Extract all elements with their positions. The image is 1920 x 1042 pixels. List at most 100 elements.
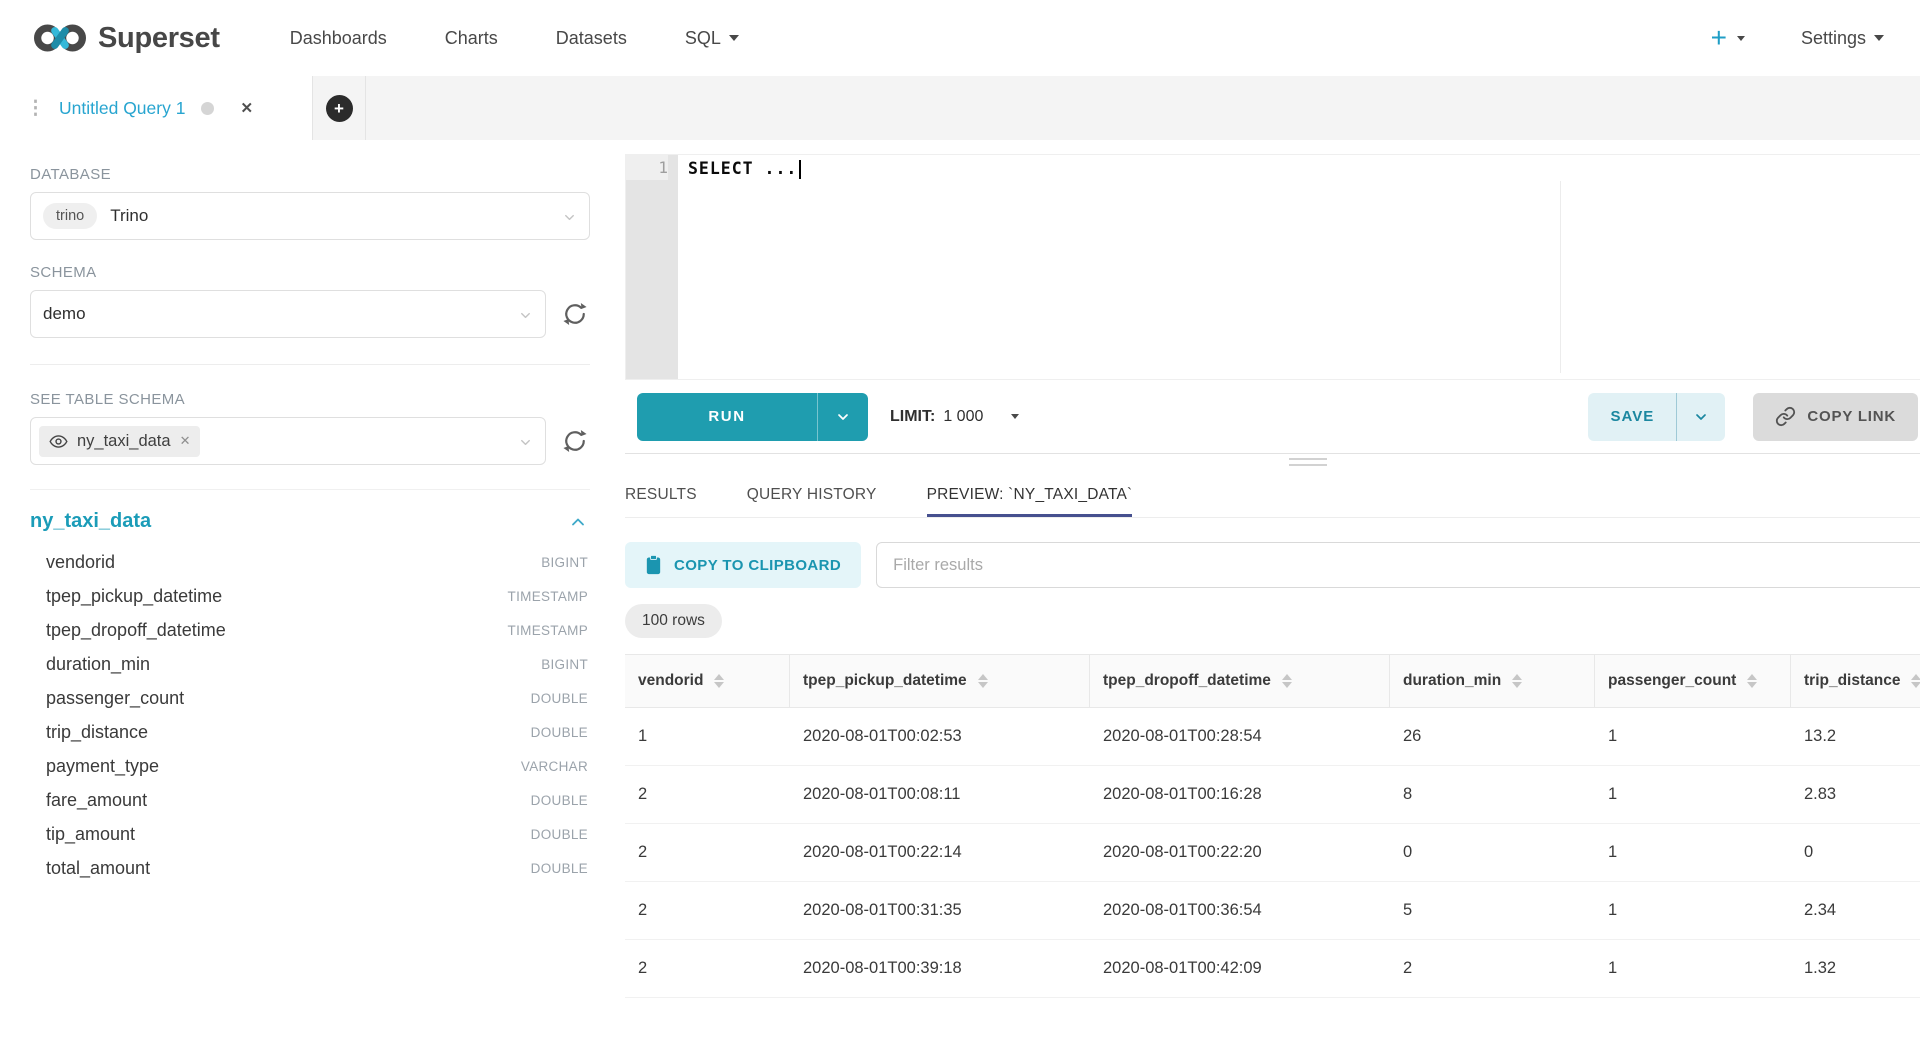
schema-column-row[interactable]: tpep_pickup_datetime TIMESTAMP — [30, 579, 590, 613]
query-tab-untitled-query-1[interactable]: ⋮ Untitled Query 1 ✕ — [0, 76, 312, 140]
save-button[interactable]: SAVE — [1588, 393, 1725, 441]
limit-dropdown[interactable]: LIMIT: 1 000 — [890, 408, 1019, 426]
brand[interactable]: Superset — [34, 22, 220, 55]
pane-resize-handle[interactable] — [1289, 458, 1327, 470]
filter-results-input[interactable] — [876, 542, 1920, 588]
column-header[interactable]: duration_min — [1390, 655, 1595, 707]
table-row[interactable]: 22020-08-01T00:22:142020-08-01T00:22:200… — [625, 824, 1920, 882]
run-options-button[interactable] — [818, 393, 868, 441]
new-query-tab-button[interactable]: + — [312, 76, 366, 140]
refresh-icon — [561, 300, 589, 328]
column-type: DOUBLE — [531, 827, 588, 842]
superset-logo-icon — [34, 22, 86, 54]
schema-column-row[interactable]: trip_distance DOUBLE — [30, 715, 590, 749]
sort-icon[interactable] — [714, 674, 724, 689]
nav-item-datasets[interactable]: Datasets — [556, 28, 627, 49]
column-name: duration_min — [46, 654, 150, 675]
column-header[interactable]: tpep_dropoff_datetime — [1090, 655, 1390, 707]
schema-column-row[interactable]: tip_amount DOUBLE — [30, 817, 590, 851]
schema-column-row[interactable]: duration_min BIGINT — [30, 647, 590, 681]
schema-select[interactable]: demo — [30, 290, 546, 338]
table-row[interactable]: 22020-08-01T00:39:182020-08-01T00:42:092… — [625, 940, 1920, 998]
sort-icon[interactable] — [1747, 674, 1757, 689]
database-select[interactable]: trino Trino — [30, 192, 590, 240]
schema-column-row[interactable]: vendorid BIGINT — [30, 545, 590, 579]
tab-results[interactable]: RESULTS — [625, 470, 697, 517]
run-button[interactable]: RUN — [637, 393, 868, 441]
line-number: 1 — [626, 155, 668, 180]
table-cell: 2020-08-01T00:16:28 — [1090, 766, 1390, 823]
table-cell: 2020-08-01T00:22:20 — [1090, 824, 1390, 881]
sql-code-area[interactable]: SELECT ... — [678, 155, 1920, 379]
table-cell: 2 — [625, 824, 790, 881]
brand-name: Superset — [98, 22, 220, 55]
run-button-label[interactable]: RUN — [637, 393, 817, 441]
table-tag-name: ny_taxi_data — [77, 432, 171, 451]
column-header[interactable]: tpep_pickup_datetime — [790, 655, 1090, 707]
column-header[interactable]: passenger_count — [1595, 655, 1791, 707]
refresh-schemas-button[interactable] — [560, 300, 590, 328]
column-type: VARCHAR — [521, 759, 588, 774]
nav-item-charts[interactable]: Charts — [445, 28, 498, 49]
schema-column-row[interactable]: total_amount DOUBLE — [30, 851, 590, 885]
table-cell: 1 — [1595, 766, 1791, 823]
nav-item-sql[interactable]: SQL — [685, 28, 739, 49]
table-tag[interactable]: ny_taxi_data ✕ — [39, 426, 200, 457]
column-type: DOUBLE — [531, 691, 588, 706]
sql-editor[interactable]: 1 SELECT ... — [625, 154, 1920, 380]
settings-menu-button[interactable]: Settings — [1801, 28, 1884, 49]
close-icon[interactable]: ✕ — [240, 99, 253, 117]
copy-link-button[interactable]: COPY LINK — [1753, 393, 1918, 441]
editor-gutter: 1 — [626, 155, 678, 379]
schema-column-row[interactable]: passenger_count DOUBLE — [30, 681, 590, 715]
table-cell: 2020-08-01T00:08:11 — [790, 766, 1090, 823]
table-cell: 2020-08-01T00:28:54 — [1090, 708, 1390, 765]
tab-query-history[interactable]: QUERY HISTORY — [747, 470, 877, 517]
chevron-down-icon — [1737, 36, 1745, 41]
column-header[interactable]: trip_distance — [1791, 655, 1920, 707]
copy-to-clipboard-button[interactable]: COPY TO CLIPBOARD — [625, 542, 861, 588]
sidebar-divider — [30, 364, 590, 365]
column-name: tpep_pickup_datetime — [46, 586, 222, 607]
chevron-up-icon[interactable] — [568, 512, 588, 532]
table-cell: 2020-08-01T00:39:18 — [790, 940, 1090, 997]
query-tab-title: Untitled Query 1 — [59, 98, 185, 119]
table-cell: 2020-08-01T00:42:09 — [1090, 940, 1390, 997]
close-icon[interactable]: ✕ — [180, 433, 191, 449]
table-schema-select[interactable]: ny_taxi_data ✕ — [30, 417, 546, 465]
schema-column-row[interactable]: payment_type VARCHAR — [30, 749, 590, 783]
table-schema-label: SEE TABLE SCHEMA — [30, 391, 590, 408]
schema-label: SCHEMA — [30, 264, 590, 281]
schema-column-row[interactable]: tpep_dropoff_datetime TIMESTAMP — [30, 613, 590, 647]
column-type: DOUBLE — [531, 793, 588, 808]
column-name: tpep_dropoff_datetime — [46, 620, 226, 641]
sort-icon[interactable] — [1282, 674, 1292, 689]
sort-icon[interactable] — [1911, 674, 1920, 689]
table-cell: 5 — [1390, 882, 1595, 939]
sidebar-divider — [30, 489, 590, 490]
nav-right: + Settings — [1711, 24, 1884, 52]
table-cell: 0 — [1791, 824, 1920, 881]
chevron-down-icon — [562, 210, 577, 225]
sort-icon[interactable] — [978, 674, 988, 689]
sort-icon[interactable] — [1512, 674, 1522, 689]
tab-preview-ny-taxi-data[interactable]: PREVIEW: `NY_TAXI_DATA` — [927, 470, 1133, 517]
column-type: DOUBLE — [531, 861, 588, 876]
table-expander-ny-taxi-data[interactable]: ny_taxi_data — [30, 510, 588, 533]
chevron-down-icon — [518, 308, 533, 323]
results-header-row: vendoridtpep_pickup_datetimetpep_dropoff… — [625, 654, 1920, 708]
schema-column-row[interactable]: fare_amount DOUBLE — [30, 783, 590, 817]
table-cell: 1 — [1595, 708, 1791, 765]
new-item-menu-button[interactable]: + — [1711, 24, 1745, 52]
nav-item-dashboards[interactable]: Dashboards — [290, 28, 387, 49]
table-cell: 2020-08-01T00:31:35 — [790, 882, 1090, 939]
drag-dots-icon[interactable]: ⋮ — [26, 99, 45, 118]
column-header[interactable]: vendorid — [625, 655, 790, 707]
table-row[interactable]: 22020-08-01T00:31:352020-08-01T00:36:545… — [625, 882, 1920, 940]
table-row[interactable]: 12020-08-01T00:02:532020-08-01T00:28:542… — [625, 708, 1920, 766]
save-button-label[interactable]: SAVE — [1588, 393, 1676, 441]
table-row[interactable]: 22020-08-01T00:08:112020-08-01T00:16:288… — [625, 766, 1920, 824]
schema-column-list: vendorid BIGINT tpep_pickup_datetime TIM… — [30, 545, 590, 885]
refresh-tables-button[interactable] — [560, 427, 590, 455]
save-options-button[interactable] — [1677, 393, 1725, 441]
